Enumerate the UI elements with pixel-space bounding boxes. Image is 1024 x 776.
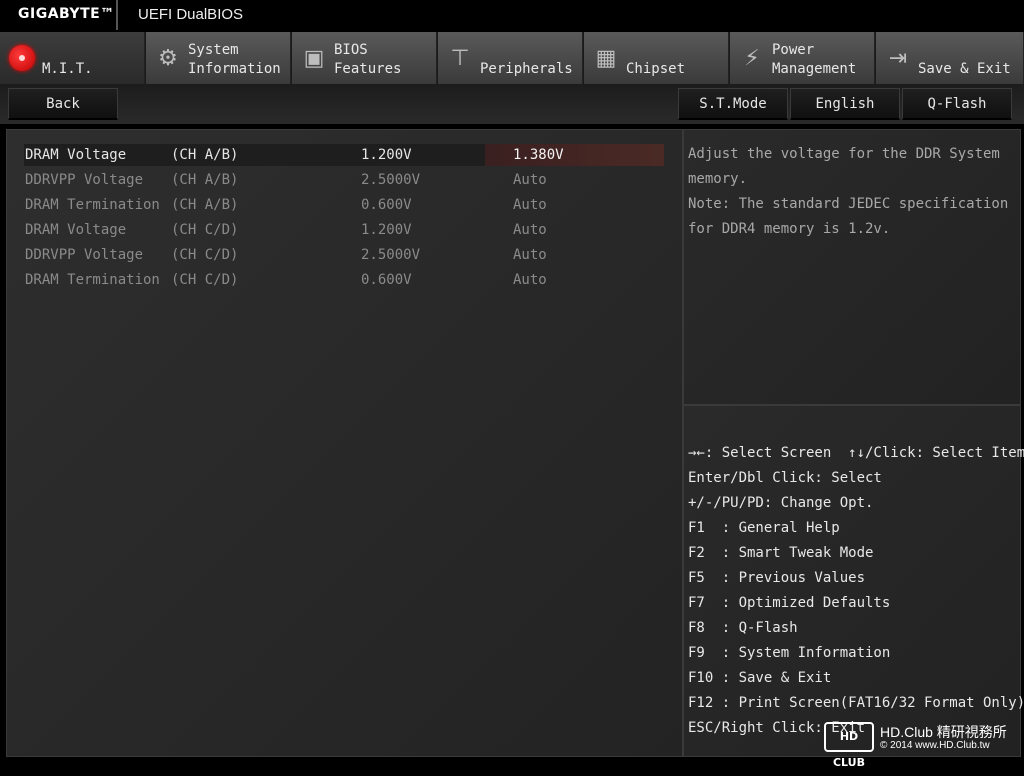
help-text: Adjust the voltage for the DDR System me… <box>688 146 1009 237</box>
mit-red-dot-icon <box>8 44 36 72</box>
setting-value[interactable]: 1.380V <box>513 144 564 166</box>
settings-panel: DRAM Voltage (CH A/B) 1.200V 1.380V DDRV… <box>6 129 683 757</box>
key-legend: →←: Select Screen ↑↓/Click: Select Item … <box>688 441 1024 741</box>
key-legend-line: F8 : Q-Flash <box>688 620 798 636</box>
tab-save-exit[interactable]: ⇥ Save & Exit <box>876 32 1024 84</box>
exit-icon: ⇥ <box>888 45 908 71</box>
setting-current: 2.5000V <box>361 247 421 263</box>
top-bar: GIGABYTE™ UEFI DualBIOS <box>0 0 1024 32</box>
tab-mit[interactable]: M.I.T. <box>0 32 145 84</box>
setting-row-dram-voltage-cd[interactable]: DRAM Voltage (CH C/D) 1.200V Auto <box>24 219 664 241</box>
setting-channel: (CH A/B) <box>171 147 239 163</box>
tab-label: System Information <box>188 42 281 77</box>
setting-value[interactable]: Auto <box>513 169 547 191</box>
main-tabs: M.I.T. ⚙ System Information ▣ BIOS Featu… <box>0 32 1024 84</box>
language-button[interactable]: English <box>790 88 900 120</box>
setting-channel: (CH A/B) <box>171 197 239 213</box>
key-legend-line: +/-/PU/PD: Change Opt. <box>688 495 874 511</box>
setting-name: DDRVPP Voltage <box>25 172 144 188</box>
back-button[interactable]: Back <box>8 88 118 120</box>
setting-channel: (CH C/D) <box>171 272 239 288</box>
setting-channel: (CH A/B) <box>171 172 239 188</box>
key-legend-panel: →←: Select Screen ↑↓/Click: Select Item … <box>683 405 1024 757</box>
st-mode-button[interactable]: S.T.Mode <box>678 88 788 120</box>
setting-row-dram-termination-cd[interactable]: DRAM Termination (CH C/D) 0.600V Auto <box>24 269 664 291</box>
setting-current: 2.5000V <box>361 172 421 188</box>
watermark-subtitle: © 2014 www.HD.Club.tw <box>880 740 990 751</box>
key-legend-line: F12 : Print Screen(FAT16/32 Format Only) <box>688 695 1024 711</box>
setting-name: DDRVPP Voltage <box>25 247 144 263</box>
tab-label: Chipset <box>626 61 686 77</box>
key-legend-line: F9 : System Information <box>688 645 891 661</box>
qflash-button[interactable]: Q-Flash <box>902 88 1012 120</box>
setting-row-dram-voltage-ab[interactable]: DRAM Voltage (CH A/B) 1.200V 1.380V <box>24 144 664 166</box>
setting-value[interactable]: Auto <box>513 219 547 241</box>
setting-value[interactable]: Auto <box>513 244 547 266</box>
hdclub-logo-icon: HD CLUB <box>824 722 874 769</box>
setting-value[interactable]: Auto <box>513 194 547 216</box>
setting-current: 1.200V <box>361 222 412 238</box>
brand-separator <box>116 0 118 30</box>
toolbar: Back S.T.Mode English Q-Flash <box>0 84 1024 124</box>
tab-system-information[interactable]: ⚙ System Information <box>146 32 291 84</box>
setting-current: 1.200V <box>361 147 412 163</box>
tab-peripherals[interactable]: ⊤ Peripherals <box>438 32 583 84</box>
tab-chipset[interactable]: ▦ Chipset <box>584 32 729 84</box>
help-panel: Adjust the voltage for the DDR System me… <box>683 129 1021 405</box>
setting-row-dram-termination-ab[interactable]: DRAM Termination (CH A/B) 0.600V Auto <box>24 194 664 216</box>
setting-channel: (CH C/D) <box>171 222 239 238</box>
setting-row-ddrvpp-voltage-cd[interactable]: DDRVPP Voltage (CH C/D) 2.5000V Auto <box>24 244 664 266</box>
tab-label: Peripherals <box>480 61 573 77</box>
tab-label: Save & Exit <box>918 61 1011 77</box>
peripherals-icon: ⊤ <box>450 45 470 71</box>
key-legend-line: Enter/Dbl Click: Select <box>688 470 882 486</box>
tab-label: BIOS Features <box>334 42 402 77</box>
setting-current: 0.600V <box>361 272 412 288</box>
key-legend-line: F10 : Save & Exit <box>688 670 832 686</box>
hdclub-watermark: HD CLUB HD.Club 精研視務所 © 2014 www.HD.Club… <box>822 720 1022 769</box>
key-legend-line: F2 : Smart Tweak Mode <box>688 545 874 561</box>
key-legend-line: →←: Select Screen ↑↓/Click: Select Item <box>688 445 1024 461</box>
setting-name: DRAM Termination <box>25 197 160 213</box>
tab-label: Power Management <box>772 42 857 77</box>
chipset-icon: ▦ <box>595 45 617 71</box>
key-legend-line: F5 : Previous Values <box>688 570 866 586</box>
tab-bios-features[interactable]: ▣ BIOS Features <box>292 32 437 84</box>
tab-power-management[interactable]: ⚡ Power Management <box>730 32 875 84</box>
key-legend-line: F7 : Optimized Defaults <box>688 595 891 611</box>
setting-current: 0.600V <box>361 197 412 213</box>
key-legend-line: F1 : General Help <box>688 520 840 536</box>
setting-name: DRAM Voltage <box>25 147 127 163</box>
setting-name: DRAM Termination <box>25 272 160 288</box>
watermark-title: HD.Club 精研視務所 <box>880 724 1007 740</box>
product-title: UEFI DualBIOS <box>138 6 244 23</box>
setting-channel: (CH C/D) <box>171 247 239 263</box>
tab-label: M.I.T. <box>42 61 93 77</box>
power-bolt-icon: ⚡ <box>744 45 760 71</box>
brand-logo: GIGABYTE™ <box>18 6 115 22</box>
bios-chip-icon: ▣ <box>303 45 325 71</box>
setting-name: DRAM Voltage <box>25 222 127 238</box>
gear-icon: ⚙ <box>158 45 178 71</box>
setting-row-ddrvpp-voltage-ab[interactable]: DDRVPP Voltage (CH A/B) 2.5000V Auto <box>24 169 664 191</box>
setting-value[interactable]: Auto <box>513 269 547 291</box>
